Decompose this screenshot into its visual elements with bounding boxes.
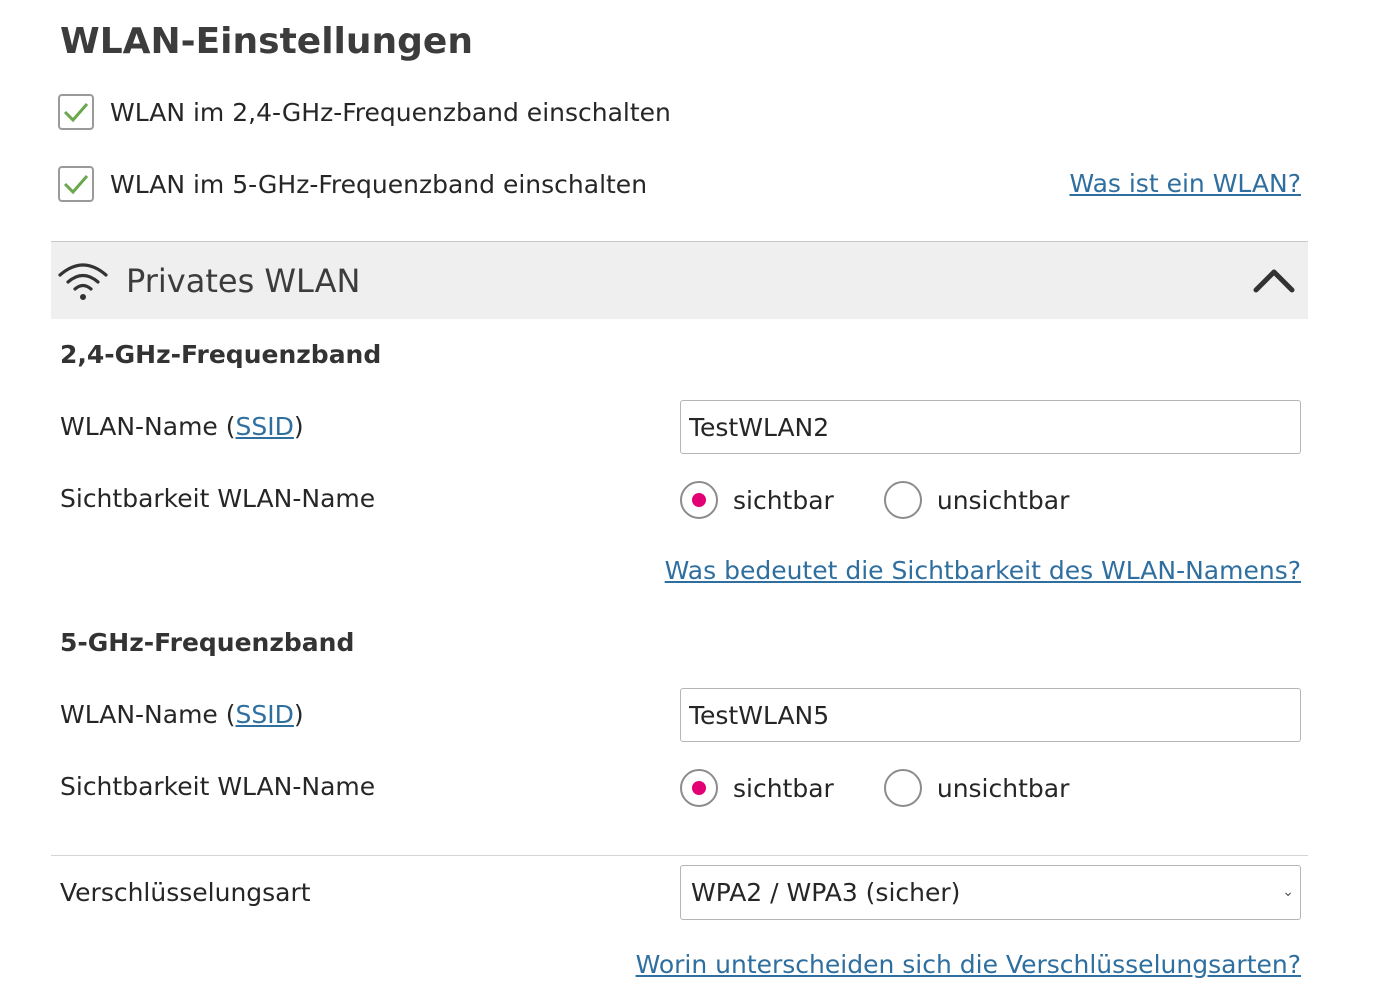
checkmark-icon — [63, 175, 89, 195]
ssid-label-suffix: ) — [293, 700, 304, 729]
encryption-select[interactable]: WPA2 / WPA3 (sicher) ⌄ — [680, 865, 1301, 920]
encryption-help-link[interactable]: Worin unterscheiden sich die Verschlüsse… — [636, 950, 1301, 979]
toggle-5ghz-label: WLAN im 5-GHz-Frequenzband einschalten — [110, 169, 648, 199]
visibility-5ghz-hidden-radio[interactable] — [883, 769, 922, 807]
band-5ghz-heading: 5-GHz-Frequenzband — [60, 628, 355, 657]
page-title: WLAN-Einstellungen — [60, 21, 473, 62]
what-is-wlan-link[interactable]: Was ist ein WLAN? — [1069, 169, 1301, 198]
encryption-select-value: WPA2 / WPA3 (sicher) — [691, 878, 961, 907]
ssid-24ghz-input[interactable] — [680, 400, 1301, 454]
ssid-label-prefix: WLAN-Name ( — [60, 700, 236, 729]
visibility-5ghz-hidden-label: unsichtbar — [936, 773, 1070, 803]
ssid-label-suffix: ) — [293, 412, 304, 441]
radio-selected-dot — [692, 781, 706, 795]
section-divider — [51, 855, 1308, 856]
encryption-label: Verschlüsselungsart — [60, 878, 311, 907]
toggle-5ghz-row[interactable]: WLAN im 5-GHz-Frequenzband einschalten — [58, 164, 647, 204]
visibility-24ghz-hidden-radio[interactable] — [883, 481, 922, 519]
ssid-help-link[interactable]: SSID — [236, 412, 294, 441]
visibility-5ghz-visible-radio[interactable] — [680, 769, 718, 807]
visibility-24ghz-radio-group: sichtbar unsichtbar — [680, 480, 1069, 520]
visibility-24ghz-hidden-label: unsichtbar — [936, 485, 1070, 515]
chevron-up-icon[interactable] — [1252, 264, 1296, 294]
ssid-label-prefix: WLAN-Name ( — [60, 412, 236, 441]
toggle-24ghz-checkbox[interactable] — [58, 94, 94, 130]
visibility-5ghz-radio-group: sichtbar unsichtbar — [680, 768, 1069, 808]
radio-selected-dot — [692, 493, 706, 507]
ssid-24ghz-label: WLAN-Name (SSID) — [60, 412, 304, 441]
toggle-5ghz-checkbox[interactable] — [58, 166, 94, 202]
band-24ghz-heading: 2,4-GHz-Frequenzband — [60, 340, 382, 369]
chevron-down-icon: ⌄ — [1282, 884, 1294, 900]
visibility-24ghz-label: Sichtbarkeit WLAN-Name — [60, 484, 376, 513]
ssid-5ghz-input[interactable] — [680, 688, 1301, 742]
visibility-5ghz-label: Sichtbarkeit WLAN-Name — [60, 772, 376, 801]
visibility-24ghz-visible-radio[interactable] — [680, 481, 718, 519]
visibility-24ghz-visible-label: sichtbar — [733, 485, 834, 515]
visibility-help-link[interactable]: Was bedeutet die Sichtbarkeit des WLAN-N… — [665, 556, 1301, 585]
wifi-icon — [58, 263, 108, 300]
checkmark-icon — [63, 103, 89, 123]
ssid-5ghz-label: WLAN-Name (SSID) — [60, 700, 304, 729]
toggle-24ghz-label: WLAN im 2,4-GHz-Frequenzband einschalten — [110, 97, 671, 127]
panel-title: Privates WLAN — [126, 262, 361, 300]
private-wlan-panel-header[interactable]: Privates WLAN — [51, 241, 1308, 319]
visibility-5ghz-visible-label: sichtbar — [733, 773, 834, 803]
ssid-help-link[interactable]: SSID — [236, 700, 294, 729]
toggle-24ghz-row[interactable]: WLAN im 2,4-GHz-Frequenzband einschalten — [58, 92, 671, 132]
